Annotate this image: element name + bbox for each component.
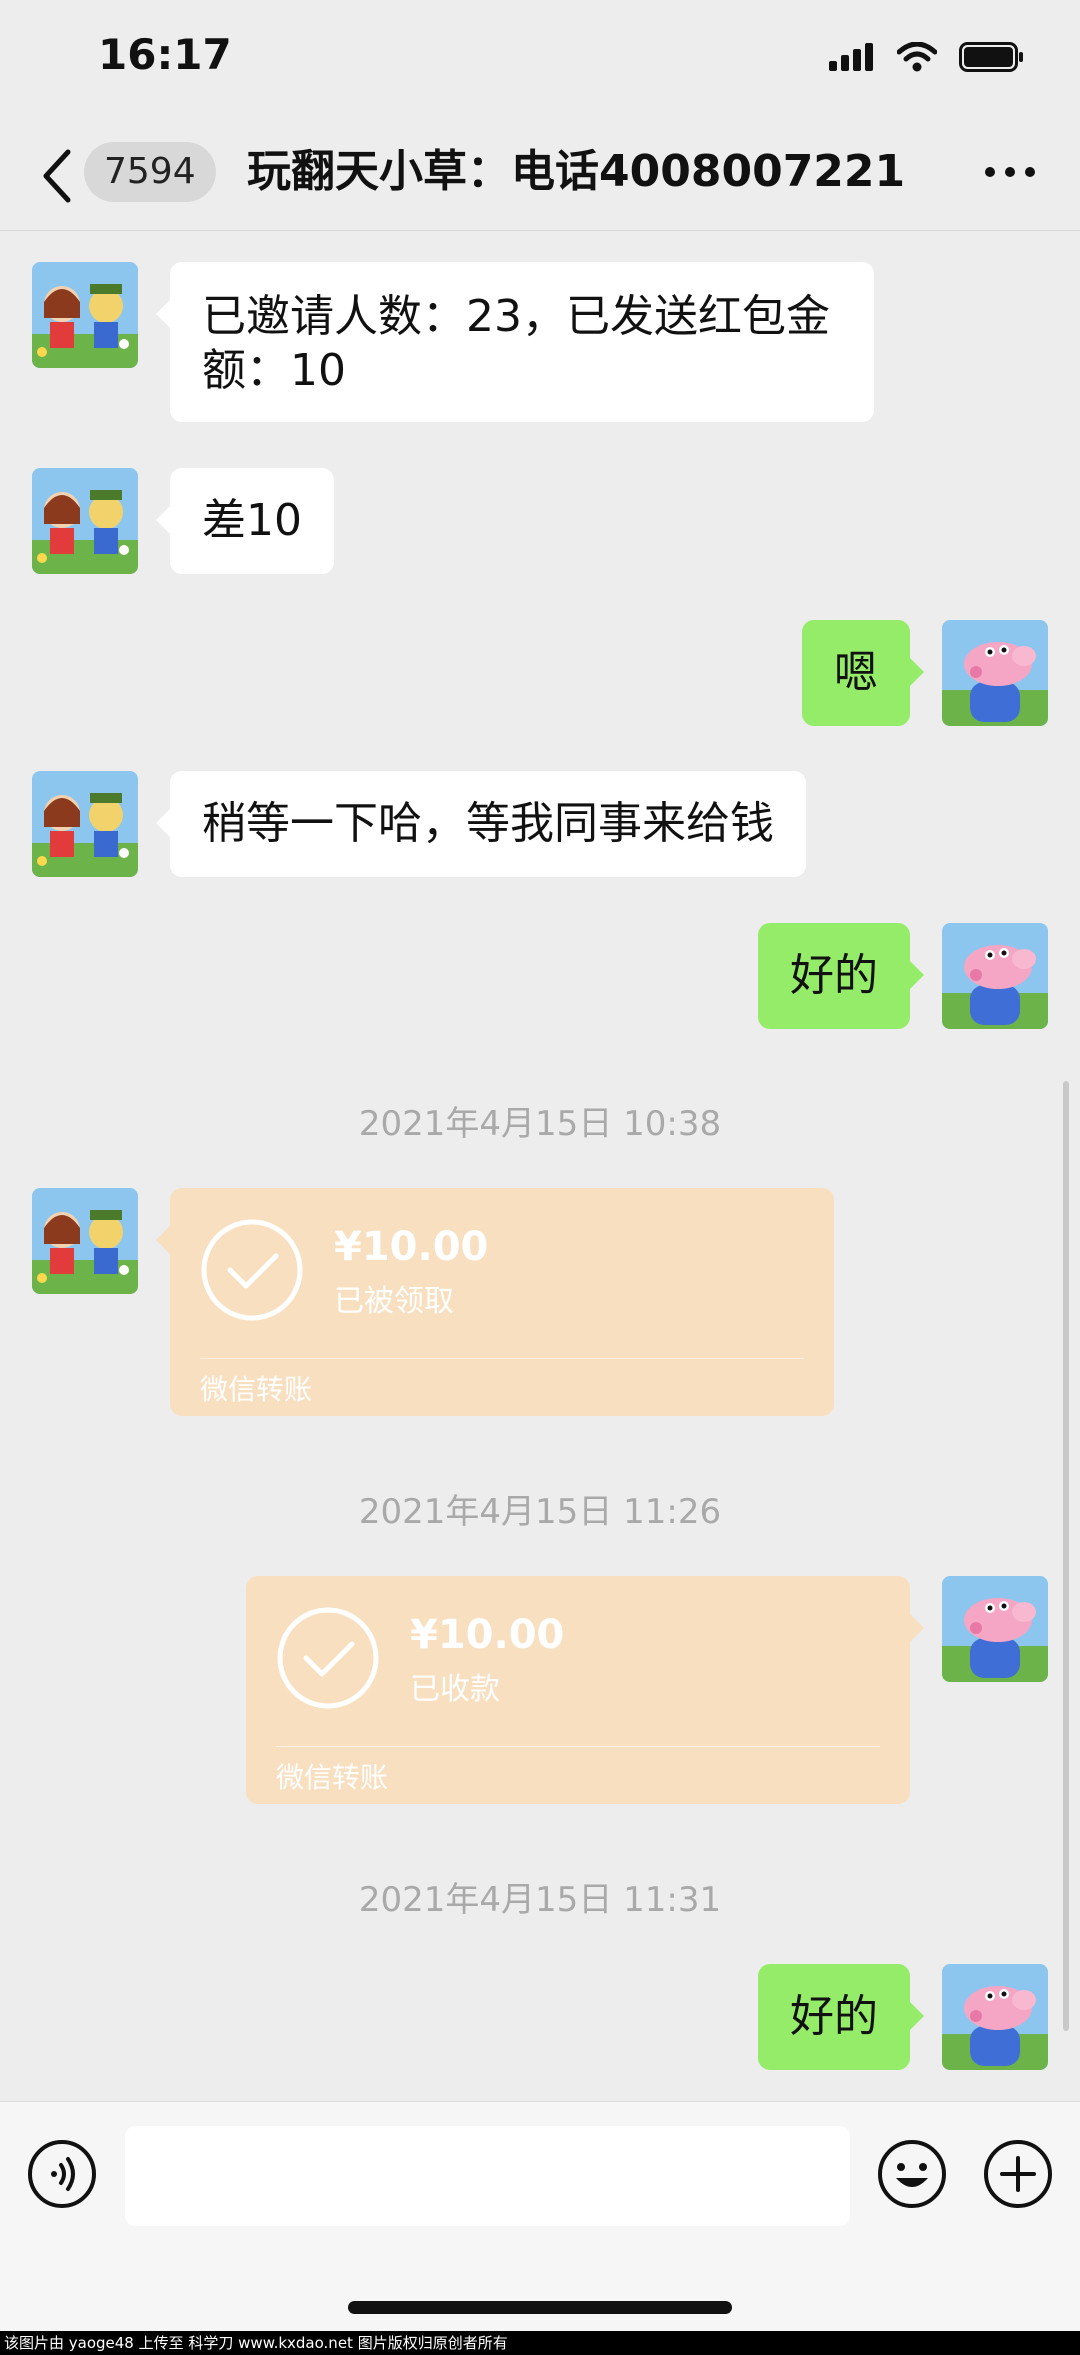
checkmark-circle-icon	[277, 1607, 379, 1709]
timestamp: 2021年4月15日 11:31	[358, 1880, 722, 1920]
contact-avatar[interactable]	[32, 1188, 138, 1294]
my-avatar[interactable]	[942, 1964, 1048, 2070]
status-time: 16:17	[98, 30, 232, 79]
plus-icon[interactable]	[982, 2138, 1054, 2210]
timestamp: 2021年4月15日 10:38	[358, 1104, 722, 1144]
contact-avatar[interactable]	[32, 468, 138, 574]
contact-avatar[interactable]	[32, 262, 138, 368]
transfer-amount: ¥10.00	[334, 1224, 489, 1270]
transfer-status: 已收款	[410, 1672, 500, 1707]
message-bubble-outgoing[interactable]: 好的	[758, 1964, 924, 2070]
wechat-transfer-card[interactable]: ¥10.00 已收款 微信转账	[246, 1576, 924, 1804]
scrollbar[interactable]	[1063, 1081, 1069, 2031]
transfer-status: 已被领取	[334, 1284, 454, 1319]
message-bubble-outgoing[interactable]: 好的	[758, 923, 924, 1029]
message-bubble[interactable]: 稍等一下哈，等我同事来给钱	[156, 771, 806, 877]
status-bar: 16:17	[0, 0, 1080, 120]
divider	[200, 1358, 804, 1359]
my-avatar[interactable]	[942, 1576, 1048, 1682]
message-bubble-outgoing[interactable]: 嗯	[802, 620, 924, 726]
wechat-transfer-card[interactable]: ¥10.00 已被领取 微信转账	[156, 1188, 834, 1416]
voice-input-icon[interactable]	[26, 2138, 98, 2210]
divider	[276, 1746, 880, 1747]
watermark: 该图片由 yaoge48 上传至 科学刀 www.kxdao.net 图片版权归…	[0, 2331, 1080, 2355]
checkmark-circle-icon	[201, 1219, 303, 1321]
my-avatar[interactable]	[942, 923, 1048, 1029]
transfer-amount: ¥10.00	[410, 1612, 565, 1658]
timestamp: 2021年4月15日 11:26	[358, 1492, 722, 1532]
message-list[interactable]: 已邀请人数：23，已发送红包金 额：10 差10 嗯 稍等一下哈，等我同事来给钱…	[0, 231, 1080, 2101]
transfer-label: 微信转账	[276, 1761, 389, 1794]
transfer-label: 微信转账	[200, 1373, 313, 1406]
message-input[interactable]	[125, 2126, 850, 2226]
battery-icon	[959, 42, 1023, 72]
more-options-icon[interactable]	[980, 152, 1040, 192]
message-bubble[interactable]: 差10	[156, 468, 334, 574]
my-avatar[interactable]	[942, 620, 1048, 726]
chat-title: 玩翻天小草：电话4008007221	[247, 146, 906, 197]
emoji-icon[interactable]	[876, 2138, 948, 2210]
contact-avatar[interactable]	[32, 771, 138, 877]
status-icons	[829, 42, 1025, 72]
wifi-icon	[897, 42, 937, 72]
signal-icon	[829, 43, 873, 71]
input-bar	[0, 2101, 1080, 2332]
back-arrow-icon[interactable]	[38, 146, 78, 206]
unread-count-badge[interactable]: 7594	[84, 142, 216, 202]
chat-header: 7594 玩翻天小草：电话4008007221	[0, 120, 1080, 231]
message-bubble-invite-count[interactable]: 已邀请人数：23，已发送红包金 额：10	[156, 262, 874, 422]
home-indicator	[348, 2301, 732, 2314]
